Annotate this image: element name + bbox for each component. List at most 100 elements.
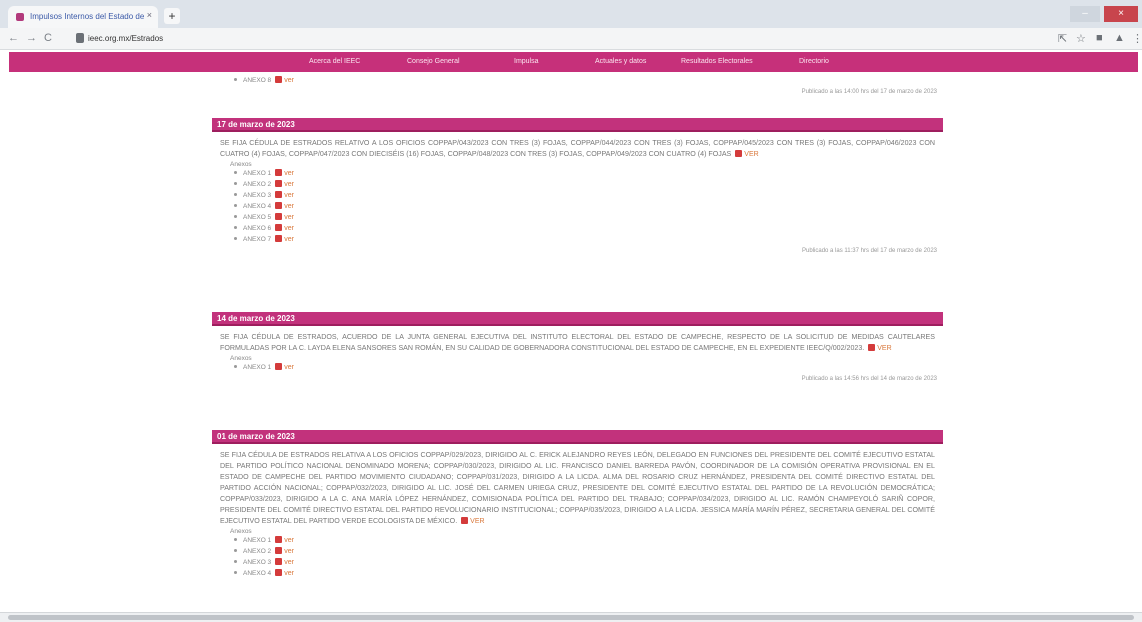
nav-item-actuales[interactable]: Actuales y datos	[595, 58, 646, 65]
scrollbar-thumb[interactable]	[8, 615, 1134, 620]
anexos-list: ANEXO 8 ver	[212, 75, 943, 86]
ver-link[interactable]: ver	[284, 181, 294, 188]
anexo-label: ANEXO 1	[243, 170, 272, 177]
list-item[interactable]: ANEXO 8 ver	[234, 75, 943, 86]
ver-link[interactable]: ver	[284, 548, 294, 555]
pdf-icon	[275, 191, 283, 198]
list-item[interactable]: ANEXO 2 ver	[234, 179, 943, 190]
anexo-label: ANEXO 4	[243, 570, 272, 577]
anexos-label: Anexos	[230, 528, 252, 535]
forward-arrow-icon[interactable]: →	[26, 32, 37, 44]
date-header: 01 de marzo de 2023	[212, 430, 943, 444]
anexo-label: ANEXO 3	[243, 192, 272, 199]
anexos-label: Anexos	[230, 355, 252, 362]
list-item[interactable]: ANEXO 5 ver	[234, 212, 943, 223]
share-icon[interactable]: ⇱	[1058, 32, 1067, 45]
pdf-icon	[275, 363, 283, 370]
ver-link[interactable]: ver	[284, 559, 294, 566]
ver-link[interactable]: ver	[284, 203, 294, 210]
profile-icon[interactable]: ▲	[1114, 32, 1125, 44]
list-item[interactable]: ANEXO 1 ver	[234, 168, 943, 179]
list-item[interactable]: ANEXO 2 ver	[234, 546, 943, 557]
bullet-icon	[234, 215, 237, 218]
anexos-list: ANEXO 1 ver ANEXO 2 ver ANEXO 3 ver ANEXO 4…	[212, 168, 943, 245]
bullet-icon	[234, 571, 237, 574]
bullet-icon	[234, 538, 237, 541]
ver-link[interactable]: ver	[284, 214, 294, 221]
list-item[interactable]: ANEXO 6 ver	[234, 223, 943, 234]
anexo-label: ANEXO 2	[243, 181, 272, 188]
ver-link[interactable]: ver	[744, 151, 758, 158]
minimize-button[interactable]: –	[1070, 6, 1100, 22]
ver-link[interactable]: ver	[284, 225, 294, 232]
nav-item-resultados[interactable]: Resultados Electorales	[681, 58, 753, 65]
pdf-icon	[275, 180, 283, 187]
estrado-text: SE FIJA CÉDULA DE ESTRADOS RELATIVO A LO…	[220, 139, 935, 158]
site-navigation: Acerca del IEEC Consejo General Impulsa …	[9, 52, 1138, 72]
browser-menu-icon[interactable]: ⋮	[1132, 32, 1142, 45]
new-tab-button[interactable]: +	[164, 8, 180, 24]
back-arrow-icon[interactable]: ←	[8, 32, 19, 44]
tab-close-icon[interactable]: ×	[147, 10, 152, 20]
date-header: 17 de marzo de 2023	[212, 118, 943, 132]
ver-link[interactable]: ver	[284, 77, 294, 84]
nav-item-consejo[interactable]: Consejo General	[407, 58, 460, 65]
estrado-block: 14 de marzo de 2023 SE FIJA CÉDULA DE ES…	[212, 312, 943, 382]
nav-item-directorio[interactable]: Directorio	[799, 58, 829, 65]
ver-link[interactable]: ver	[284, 537, 294, 544]
site-favicon-icon	[16, 13, 24, 21]
ver-link[interactable]: ver	[877, 345, 891, 352]
anexos-list: ANEXO 1 ver ANEXO 2 ver ANEXO 3 ver ANEXO 4…	[212, 535, 943, 579]
pdf-icon	[275, 558, 283, 565]
anexo-label: ANEXO 6	[243, 225, 272, 232]
estrado-body: SE FIJA CÉDULA DE ESTRADOS RELATIVA A LO…	[212, 444, 943, 527]
published-timestamp: Publicado a las 14:56 hrs del 14 de marz…	[801, 376, 937, 382]
extension-icon[interactable]: ■	[1096, 32, 1103, 44]
estrado-body: SE FIJA CÉDULA DE ESTRADOS, ACUERDO DE L…	[212, 326, 943, 354]
ver-link[interactable]: ver	[284, 570, 294, 577]
pdf-icon	[868, 344, 876, 351]
nav-item-acerca[interactable]: Acerca del IEEC	[309, 58, 360, 65]
reload-icon[interactable]: C	[44, 32, 52, 44]
ver-link[interactable]: ver	[470, 518, 484, 525]
published-timestamp: Publicado a las 11:37 hrs del 17 de marz…	[802, 248, 937, 254]
list-item[interactable]: ANEXO 7 ver	[234, 234, 943, 245]
close-window-button[interactable]: ×	[1104, 6, 1138, 22]
anexos-list: ANEXO 1 ver	[212, 362, 943, 373]
ver-link[interactable]: ver	[284, 192, 294, 199]
pdf-icon	[275, 536, 283, 543]
anexo-label: ANEXO 8	[243, 77, 272, 84]
horizontal-scrollbar[interactable]	[0, 612, 1142, 622]
pdf-icon	[275, 202, 283, 209]
list-item[interactable]: ANEXO 3 ver	[234, 190, 943, 201]
ver-link[interactable]: ver	[284, 170, 294, 177]
bullet-icon	[234, 182, 237, 185]
estrado-block: 17 de marzo de 2023 SE FIJA CÉDULA DE ES…	[212, 118, 943, 254]
estrado-text: SE FIJA CÉDULA DE ESTRADOS RELATIVA A LO…	[220, 451, 935, 525]
nav-item-impulsa[interactable]: Impulsa	[514, 58, 539, 65]
ver-link[interactable]: ver	[284, 236, 294, 243]
anexos-label: Anexos	[230, 161, 252, 168]
anexo-label: ANEXO 2	[243, 548, 272, 555]
list-item[interactable]: ANEXO 4 ver	[234, 568, 943, 579]
anexo-label: ANEXO 1	[243, 364, 272, 371]
bookmark-star-icon[interactable]: ☆	[1076, 32, 1086, 45]
list-item[interactable]: ANEXO 4 ver	[234, 201, 943, 212]
ver-link[interactable]: ver	[284, 364, 294, 371]
list-item[interactable]: ANEXO 1 ver	[234, 535, 943, 546]
browser-tab[interactable]: Impulsos Internos del Estado de ×	[8, 6, 158, 28]
tab-title: Impulsos Internos del Estado de	[30, 12, 145, 21]
pdf-icon	[275, 547, 283, 554]
pdf-icon	[275, 569, 283, 576]
bullet-icon	[234, 226, 237, 229]
list-item[interactable]: ANEXO 3 ver	[234, 557, 943, 568]
minimize-icon: –	[1082, 8, 1088, 19]
url-field[interactable]: ieec.org.mx/Estrados	[88, 34, 163, 43]
pdf-icon	[275, 169, 283, 176]
anexo-label: ANEXO 1	[243, 537, 272, 544]
bullet-icon	[234, 549, 237, 552]
anexo-label: ANEXO 7	[243, 236, 272, 243]
anexo-label: ANEXO 5	[243, 214, 272, 221]
pdf-icon	[275, 235, 283, 242]
list-item[interactable]: ANEXO 1 ver	[234, 362, 943, 373]
